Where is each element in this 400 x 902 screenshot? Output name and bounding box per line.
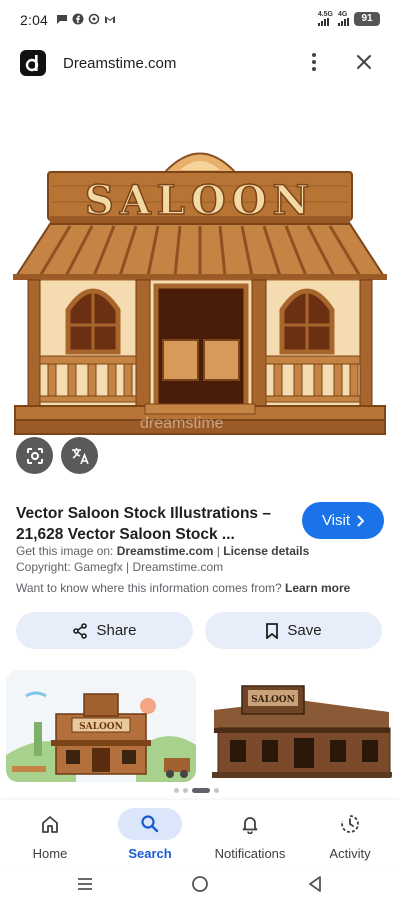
info-prefix: Want to know where this information come… xyxy=(16,581,285,595)
saloon-illustration: SALOON xyxy=(13,152,387,435)
result-image[interactable]: SALOON dreamstime xyxy=(0,130,400,440)
more-options-button[interactable] xyxy=(300,48,328,76)
signal-icon xyxy=(338,18,349,26)
save-button[interactable]: Save xyxy=(205,612,382,649)
facebook-icon xyxy=(72,13,84,25)
site-logo[interactable] xyxy=(20,50,46,76)
nav-search-label: Search xyxy=(128,846,172,861)
save-label: Save xyxy=(287,622,322,639)
related-2-sign-text: SALOON xyxy=(251,695,295,705)
related-saloon-3d-illustration: SALOON xyxy=(212,685,392,778)
source-separator: | xyxy=(213,544,224,558)
carousel-indicator xyxy=(174,788,219,793)
related-image-1[interactable]: SALOON xyxy=(6,670,196,782)
nav-notifications[interactable]: Notifications xyxy=(205,808,295,863)
menu-lines-icon xyxy=(78,878,92,890)
carousel-dot xyxy=(214,788,219,793)
home-system-button[interactable] xyxy=(188,872,212,896)
share-button[interactable]: Share xyxy=(16,612,193,649)
gmail-icon xyxy=(105,16,115,23)
license-details-link[interactable]: License details xyxy=(223,544,309,558)
nav-home[interactable]: Home xyxy=(5,808,95,863)
search-icon xyxy=(118,808,182,840)
copyright-text: Copyright: Gamegfx | Dreamstime.com xyxy=(16,560,224,574)
saloon-sign-text: SALOON xyxy=(85,177,315,224)
network-label: 4.5G xyxy=(317,11,333,18)
activity-icon xyxy=(318,808,382,840)
visit-button[interactable]: Visit xyxy=(302,502,384,539)
google-lens-button[interactable] xyxy=(16,437,53,474)
source-site-link[interactable]: Dreamstime.com xyxy=(117,544,214,558)
nav-activity-label: Activity xyxy=(329,846,371,861)
circle-home-icon xyxy=(192,876,208,892)
dreamstime-logo-icon xyxy=(25,55,39,72)
nav-search[interactable]: Search xyxy=(105,808,195,863)
bell-icon xyxy=(218,808,282,840)
close-icon xyxy=(357,55,371,69)
translate-icon xyxy=(71,447,89,464)
bottom-navigation: Home Search Notifications Activity xyxy=(0,800,400,866)
back-triangle-icon xyxy=(309,876,321,892)
translate-button[interactable] xyxy=(61,437,98,474)
lens-icon xyxy=(26,447,43,464)
recent-apps-button[interactable] xyxy=(73,872,97,896)
bookmark-icon xyxy=(266,622,279,639)
learn-more-link[interactable]: Learn more xyxy=(285,581,350,595)
result-title[interactable]: Vector Saloon Stock Illustrations – 21,6… xyxy=(16,503,286,545)
related-saloon-illustration: SALOON xyxy=(6,691,196,782)
related-1-sign-text: SALOON xyxy=(79,722,123,732)
source-prefix: Get this image on: xyxy=(16,544,117,558)
system-navigation-bar xyxy=(0,866,400,902)
carousel-dot-active xyxy=(192,788,210,793)
signal-icon xyxy=(317,18,329,26)
more-vert-icon xyxy=(312,53,316,71)
related-image-2[interactable]: SALOON xyxy=(204,670,394,782)
share-label: Share xyxy=(96,622,137,639)
chevron-right-icon xyxy=(357,514,365,527)
chat-bubble-icon xyxy=(57,15,67,24)
network-label: 4G xyxy=(338,11,348,18)
site-name[interactable]: Dreamstime.com xyxy=(63,55,176,72)
battery-indicator: 91 xyxy=(354,11,380,26)
nav-activity[interactable]: Activity xyxy=(305,808,395,863)
visit-label: Visit xyxy=(321,512,351,529)
home-icon xyxy=(18,808,82,840)
network-4-5g: 4.5G xyxy=(317,11,333,26)
notification-icons xyxy=(56,13,116,25)
close-button[interactable] xyxy=(350,48,378,76)
source-header: Dreamstime.com xyxy=(0,40,400,86)
status-bar: 2:04 4.5G 4G 91 xyxy=(0,0,400,40)
nav-notifications-label: Notifications xyxy=(214,846,286,861)
nav-home-label: Home xyxy=(32,846,68,861)
settings-icon xyxy=(88,13,100,25)
share-icon xyxy=(73,622,88,639)
info-line: Want to know where this information come… xyxy=(16,581,350,595)
status-right: 4.5G 4G 91 xyxy=(317,11,380,26)
carousel-dot xyxy=(183,788,188,793)
source-line: Get this image on: Dreamstime.com | Lice… xyxy=(16,544,309,558)
status-time: 2:04 xyxy=(20,12,49,28)
back-system-button[interactable] xyxy=(303,872,327,896)
image-watermark: dreamstime xyxy=(140,415,224,432)
carousel-dot xyxy=(174,788,179,793)
network-4g: 4G xyxy=(338,11,349,26)
